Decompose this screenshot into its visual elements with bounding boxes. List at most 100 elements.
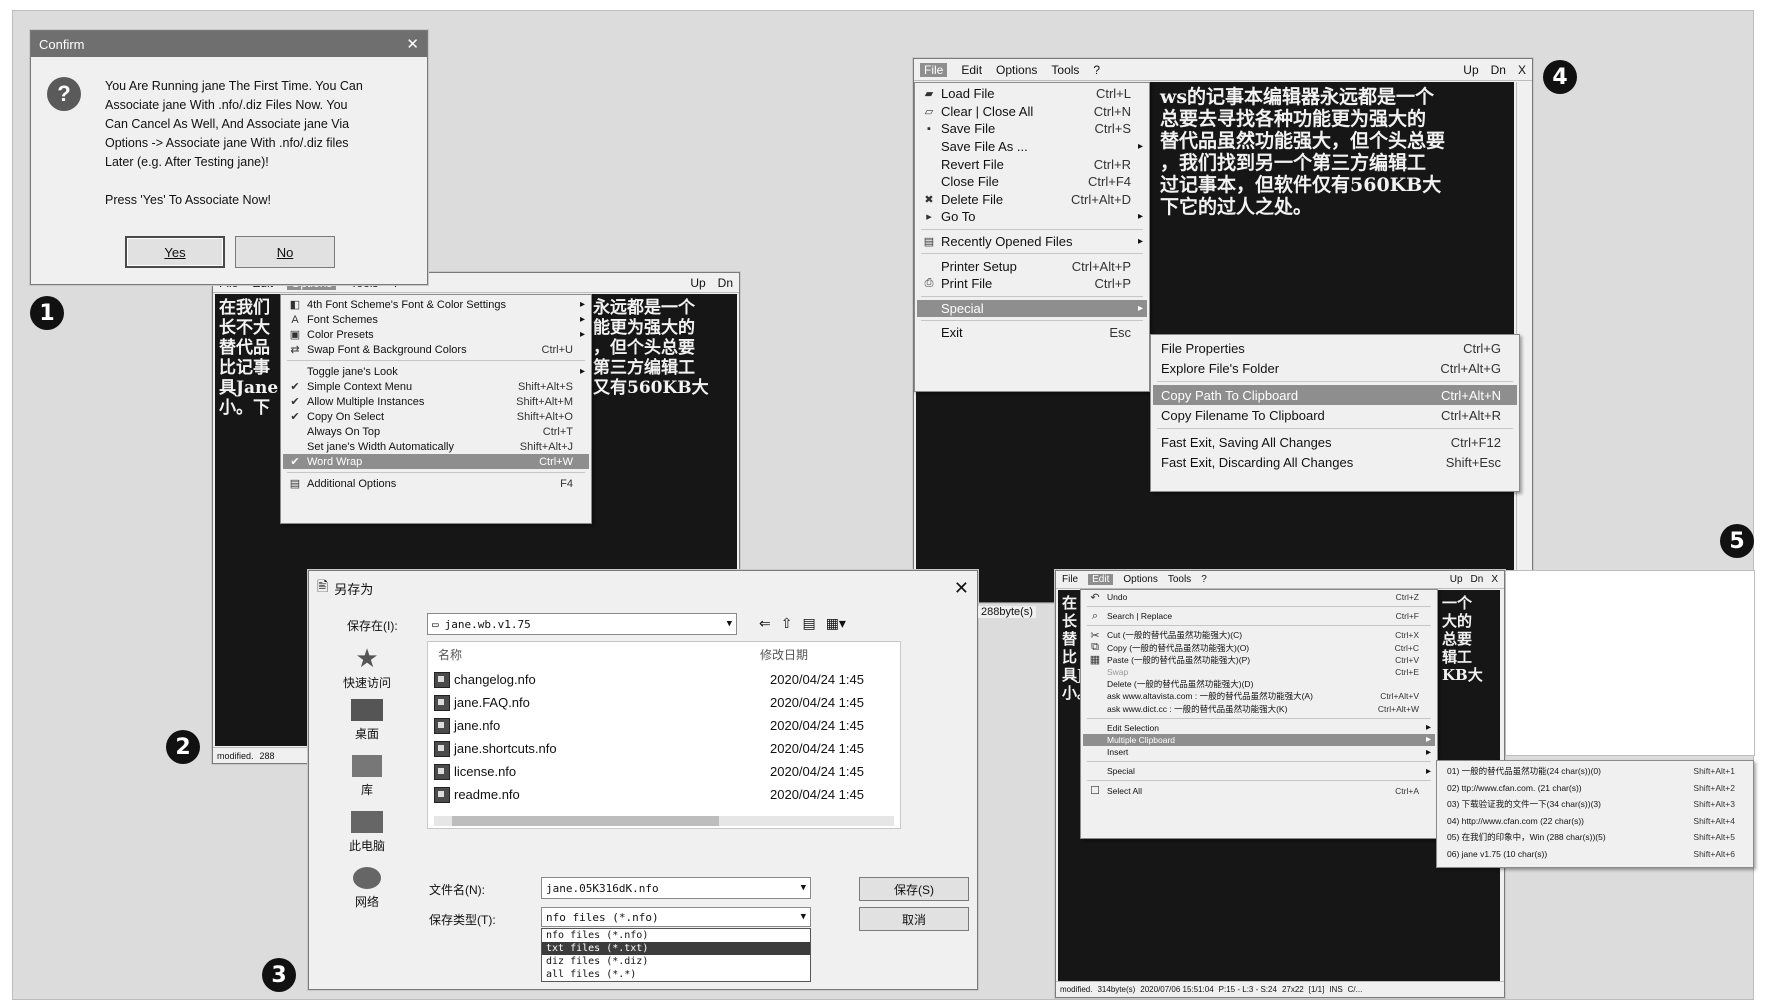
- menu-item[interactable]: Explore File's Folder Ctrl+Alt+G: [1153, 358, 1517, 378]
- save-in-select[interactable]: ▭ jane.wb.v1.75 ▼: [427, 613, 737, 635]
- horizontal-scrollbar[interactable]: [434, 816, 894, 826]
- col-name[interactable]: 名称: [438, 646, 462, 663]
- file-row[interactable]: changelog.nfo 2020/04/24 1:45: [434, 668, 894, 691]
- menu-item[interactable]: ▤ Additional Options F4: [283, 476, 589, 491]
- menu-item[interactable]: File Properties Ctrl+G: [1153, 338, 1517, 358]
- menu-item[interactable]: Toggle jane's Look ▸: [283, 364, 589, 379]
- yes-button[interactable]: Yes: [125, 236, 225, 268]
- menu-item[interactable]: Set jane's Width Automatically Shift+Alt+…: [283, 439, 589, 454]
- menu-item[interactable]: Printer Setup Ctrl+Alt+P: [917, 257, 1147, 275]
- menu-item[interactable]: 06) jane v1.75 (10 char(s)) Shift+Alt+6: [1439, 846, 1751, 863]
- scroll-thumb[interactable]: [452, 816, 720, 826]
- up-button[interactable]: Up: [1463, 63, 1478, 77]
- menu-item[interactable]: A Font Schemes ▸: [283, 312, 589, 327]
- menu-item[interactable]: ▣ Color Presets ▸: [283, 327, 589, 342]
- close-button[interactable]: X: [1491, 574, 1498, 585]
- view-menu-icon[interactable]: ▦▾: [826, 615, 846, 632]
- network[interactable]: 网络: [317, 867, 417, 910]
- menu-file[interactable]: File: [920, 62, 948, 77]
- close-button[interactable]: X: [1518, 63, 1526, 77]
- menu-item[interactable]: Copy Filename To Clipboard Ctrl+Alt+R: [1153, 405, 1517, 425]
- menu-options[interactable]: Options: [996, 63, 1037, 77]
- menu-item[interactable]: Special ▸: [917, 299, 1147, 318]
- close-icon[interactable]: ✕: [406, 35, 419, 53]
- down-button[interactable]: Dn: [1471, 574, 1484, 585]
- down-button[interactable]: Dn: [718, 276, 733, 290]
- menu-help[interactable]: ?: [1093, 63, 1100, 77]
- menu-item[interactable]: 03) 下载验证我的文件一下(34 char(s))(3) Shift+Alt+3: [1439, 796, 1751, 813]
- menu-item[interactable]: Fast Exit, Discarding All Changes Shift+E…: [1153, 452, 1517, 472]
- menu-item[interactable]: Exit Esc: [917, 324, 1147, 342]
- menu-file[interactable]: File: [1062, 574, 1078, 585]
- quick-access[interactable]: ★ 快速访问: [317, 643, 417, 691]
- menu-edit[interactable]: Edit: [961, 63, 982, 77]
- this-pc[interactable]: 此电脑: [317, 811, 417, 854]
- menu-item[interactable]: Revert File Ctrl+R: [917, 155, 1147, 173]
- libraries[interactable]: 库: [317, 755, 417, 798]
- menu-item[interactable]: 01) 一般的替代品虽然功能(24 char(s))(0) Shift+Alt+1: [1439, 763, 1751, 780]
- col-date[interactable]: 修改日期: [760, 646, 808, 663]
- menu-item[interactable]: ▰ Load File Ctrl+L: [917, 85, 1147, 103]
- menu-item[interactable]: ✔ Word Wrap Ctrl+W: [283, 454, 589, 469]
- save-button[interactable]: 保存(S): [859, 877, 969, 901]
- menu-tools[interactable]: Tools: [1168, 574, 1191, 585]
- menu-item[interactable]: Always On Top Ctrl+T: [283, 424, 589, 439]
- filetype-option[interactable]: all files (*.*): [542, 968, 810, 981]
- menu-item[interactable]: ask www.altavista.com : 一般的替代品虽然功能强大(A) C…: [1083, 690, 1435, 702]
- filetype-option[interactable]: diz files (*.diz): [542, 955, 810, 968]
- menu-item[interactable]: ask www.dict.cc : 一般的替代品虽然功能强大(K) Ctrl+Al…: [1083, 703, 1435, 715]
- menu-item[interactable]: 05) 在我们的印象中，Win (288 char(s))(5) Shift+Al…: [1439, 829, 1751, 846]
- menu-item[interactable]: ✔ Allow Multiple Instances Shift+Alt+M: [283, 394, 589, 409]
- desktop[interactable]: 桌面: [317, 699, 417, 742]
- menu-item[interactable]: ✖ Delete File Ctrl+Alt+D: [917, 191, 1147, 209]
- up-folder-icon[interactable]: ⇧: [781, 615, 793, 632]
- menu-item[interactable]: 02) ttp://www.cfan.com. (21 char(s)) Shif…: [1439, 780, 1751, 797]
- menu-item[interactable]: ↶ Undo Ctrl+Z: [1083, 591, 1435, 604]
- menu-item[interactable]: ☐ Select All Ctrl+A: [1083, 784, 1435, 797]
- no-button[interactable]: No: [235, 236, 335, 268]
- menu-item[interactable]: ◧ 4th Font Scheme's Font & Color Settings…: [283, 297, 589, 312]
- file-row[interactable]: readme.nfo 2020/04/24 1:45: [434, 783, 894, 806]
- new-folder-icon[interactable]: ▤: [802, 615, 815, 632]
- filetype-option[interactable]: txt files (*.txt): [542, 942, 810, 955]
- down-button[interactable]: Dn: [1491, 63, 1506, 77]
- menu-item[interactable]: Swap Ctrl+E: [1083, 666, 1435, 678]
- menu-item[interactable]: ⧉ Copy (一般的替代品虽然功能强大)(O) Ctrl+C: [1083, 641, 1435, 654]
- file-row[interactable]: jane.shortcuts.nfo 2020/04/24 1:45: [434, 737, 894, 760]
- menu-options[interactable]: Options: [1123, 574, 1157, 585]
- up-button[interactable]: Up: [1450, 574, 1463, 585]
- filetype-option[interactable]: nfo files (*.nfo): [542, 929, 810, 942]
- file-row[interactable]: jane.FAQ.nfo 2020/04/24 1:45: [434, 691, 894, 714]
- menu-item[interactable]: 04) http://www.cfan.com (22 char(s)) Shif…: [1439, 813, 1751, 830]
- menu-item[interactable]: ⌕ Search | Replace Ctrl+F: [1083, 610, 1435, 622]
- menu-item[interactable]: ▸ Go To ▸: [917, 208, 1147, 226]
- menu-item[interactable]: Insert ▸: [1083, 746, 1435, 758]
- close-icon[interactable]: ✕: [954, 578, 969, 599]
- menu-item[interactable]: ⇄ Swap Font & Background Colors Ctrl+U: [283, 342, 589, 357]
- menu-item[interactable]: ▱ Clear | Close All Ctrl+N: [917, 103, 1147, 121]
- menu-item[interactable]: Copy Path To Clipboard Ctrl+Alt+N: [1153, 385, 1517, 405]
- file-row[interactable]: license.nfo 2020/04/24 1:45: [434, 760, 894, 783]
- menu-item[interactable]: ✔ Simple Context Menu Shift+Alt+S: [283, 379, 589, 394]
- menu-item[interactable]: Special ▸: [1083, 765, 1435, 777]
- menu-item[interactable]: ✔ Copy On Select Shift+Alt+O: [283, 409, 589, 424]
- filename-input[interactable]: jane.05K316dK.nfo ▼: [541, 877, 811, 899]
- menu-item[interactable]: Fast Exit, Saving All Changes Ctrl+F12: [1153, 432, 1517, 452]
- menu-item[interactable]: Close File Ctrl+F4: [917, 173, 1147, 191]
- cancel-button[interactable]: 取消: [859, 907, 969, 931]
- file-row[interactable]: jane.nfo 2020/04/24 1:45: [434, 714, 894, 737]
- menu-item[interactable]: ✂ Cut (一般的替代品虽然功能强大)(C) Ctrl+X: [1083, 629, 1435, 642]
- menu-item[interactable]: ⎙ Print File Ctrl+P: [917, 275, 1147, 293]
- menu-item[interactable]: ▪ Save File Ctrl+S: [917, 120, 1147, 138]
- back-icon[interactable]: ⇐: [759, 615, 771, 632]
- menu-item[interactable]: Delete (一般的替代品虽然功能强大)(D): [1083, 678, 1435, 690]
- file-list[interactable]: 名称 修改日期 changelog.nfo 2020/04/24 1:45 jane…: [427, 641, 901, 829]
- menu-tools[interactable]: Tools: [1051, 63, 1079, 77]
- filetype-select[interactable]: nfo files (*.nfo) ▼: [541, 907, 811, 927]
- menu-item[interactable]: Multiple Clipboard ▸: [1083, 733, 1435, 747]
- menu-item[interactable]: Save File As ... ▸: [917, 138, 1147, 156]
- menu-edit[interactable]: Edit: [1088, 574, 1114, 585]
- menu-item[interactable]: ▤ Recently Opened Files ▸: [917, 233, 1147, 251]
- up-button[interactable]: Up: [690, 276, 705, 290]
- menu-help[interactable]: ?: [1201, 574, 1207, 585]
